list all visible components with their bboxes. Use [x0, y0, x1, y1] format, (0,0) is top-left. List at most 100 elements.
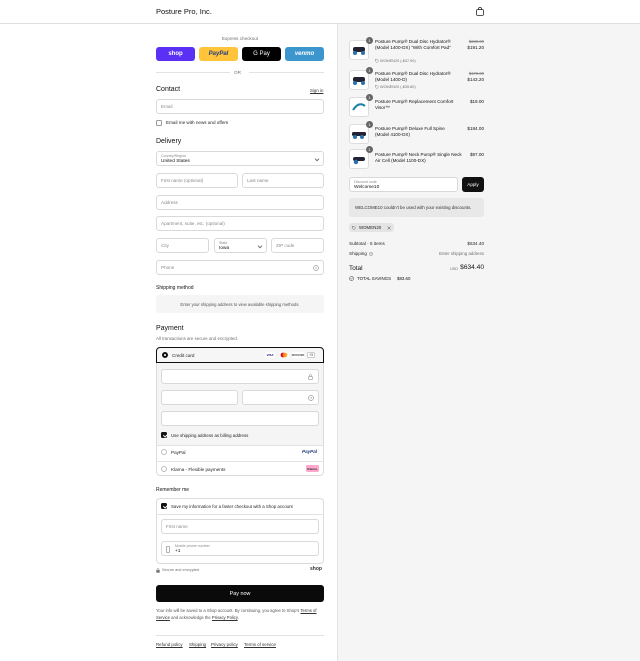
address-field[interactable]: Address [156, 195, 324, 210]
tag-icon [375, 59, 379, 63]
footer-terms-of-service[interactable]: Terms of service [244, 642, 276, 647]
footer-shipping[interactable]: Shipping [189, 642, 206, 647]
help-circle-icon[interactable]: ? [369, 252, 373, 256]
product-image [349, 97, 369, 117]
product-price: $143.20 [467, 77, 484, 82]
delivery-heading: Delivery [156, 138, 182, 145]
credit-card-label: Credit card [172, 353, 195, 358]
product-discount: WOMEN20 (-$47.90) [380, 59, 416, 63]
help-circle-icon[interactable]: ? [308, 395, 314, 401]
google-pay-button[interactable]: G Pay [242, 47, 281, 61]
chevron-down-icon [257, 243, 263, 249]
phone-field[interactable]: Phone ? [156, 260, 324, 275]
legal-text: Your info will be saved to a Shop accoun… [156, 607, 324, 621]
apartment-field[interactable]: Apartment, suite, etc. (optional) [156, 216, 324, 231]
save-info-checkbox[interactable] [161, 503, 167, 509]
discount-code-value: Welcome10 [354, 185, 380, 190]
paypal-logo: PayPal [302, 449, 318, 454]
card-number-field[interactable] [161, 369, 319, 384]
klarna-label: Klarna - Flexible payments [171, 467, 226, 472]
last-name-field[interactable]: Last name [242, 173, 324, 188]
security-code-field[interactable]: ? [242, 390, 319, 405]
quantity-badge: 1 [366, 37, 373, 44]
apply-button[interactable]: Apply [462, 177, 484, 192]
paypal-express-button[interactable]: PayPal [199, 47, 238, 61]
country-label: Country/Region [161, 154, 186, 158]
privacy-policy-link[interactable]: Privacy Policy [212, 615, 238, 620]
email-placeholder: Email [161, 104, 173, 109]
name-on-card-field[interactable] [161, 411, 319, 426]
legal-text-2: and acknowledge the [171, 615, 211, 620]
klarna-radio[interactable] [161, 466, 167, 472]
klarna-logo: Klarna. [306, 465, 319, 472]
store-name[interactable]: Posture Pro, Inc. [156, 7, 212, 16]
product-image [349, 70, 369, 90]
secure-label: Secure and encrypted [162, 568, 200, 572]
email-field[interactable]: Email [156, 99, 324, 114]
chevron-down-icon [314, 156, 320, 162]
phone-placeholder: Phone [161, 265, 175, 270]
credit-card-option[interactable]: Credit card VISA DISCOVER +3 [156, 347, 324, 363]
product-name: Posture Pump® Dual Disc Hydrator® (Model… [375, 39, 451, 50]
shop-logo: shop [310, 566, 322, 572]
shopping-bag-icon[interactable] [476, 7, 484, 16]
discount-tag-label: WOMEN20 [359, 225, 382, 230]
total-value: $634.40 [460, 264, 484, 271]
last-name-placeholder: Last name [247, 178, 269, 183]
close-icon[interactable] [387, 225, 391, 230]
product-image [349, 149, 369, 169]
pay-now-button[interactable]: Pay now [156, 585, 324, 602]
discount-error-message: WELCOME10 couldn't be used with your exi… [349, 198, 484, 217]
more-cards-badge: +3 [307, 352, 315, 358]
legal-text-1: Your info will be saved to a Shop accoun… [156, 608, 300, 613]
paypal-label: PayPal [171, 450, 186, 455]
first-name-placeholder: First name (optional) [161, 178, 204, 183]
site-header: Posture Pro, Inc. [0, 0, 640, 24]
original-price: $239.00 [468, 39, 484, 44]
shop-pay-button[interactable]: shop [156, 47, 195, 61]
divider [249, 72, 324, 73]
mobile-phone-icon [166, 546, 170, 553]
zip-field[interactable]: ZIP code [271, 238, 324, 253]
paypal-radio[interactable] [161, 449, 167, 455]
footer-refund-policy[interactable]: Refund policy [156, 642, 183, 647]
credit-card-radio[interactable] [162, 352, 168, 358]
quantity-badge: 1 [366, 67, 373, 74]
country-value: United States [161, 159, 190, 164]
svg-text:?: ? [310, 396, 312, 400]
tag-icon [352, 225, 356, 230]
total-label: Total [349, 265, 363, 272]
venmo-button[interactable]: venmo [285, 47, 324, 61]
product-price: $191.20 [467, 45, 484, 50]
mobile-prefix: +1 [175, 549, 181, 554]
mobile-phone-field[interactable]: Mobile phone number +1 [161, 541, 319, 556]
footer-privacy-policy[interactable]: Privacy policy [211, 642, 238, 647]
news-checkbox[interactable] [156, 120, 162, 126]
expiration-field[interactable] [161, 390, 238, 405]
billing-checkbox[interactable] [161, 432, 167, 438]
quantity-badge: 1 [366, 146, 373, 153]
quantity-badge: 1 [366, 121, 373, 128]
svg-text:?: ? [315, 266, 317, 270]
discount-code-label: Discount code [354, 180, 377, 184]
shop-first-name-field[interactable]: First name [161, 519, 319, 534]
mastercard-logo [279, 352, 289, 358]
shipping-method-heading: Shipping method [156, 285, 194, 291]
city-field[interactable]: City [156, 238, 209, 253]
original-price: $179.00 [468, 71, 484, 76]
subtotal-label: Subtotal · 5 items [349, 241, 385, 246]
help-circle-icon[interactable]: ? [313, 265, 319, 271]
shop-first-name-placeholder: First name [166, 524, 188, 529]
billing-label: Use shipping address as billing address [171, 433, 249, 438]
state-select[interactable]: State Iowa [214, 238, 267, 253]
visa-logo: VISA [265, 352, 275, 358]
discount-code-field[interactable]: Discount code Welcome10 [349, 177, 458, 192]
savings-value: $83.60 [397, 276, 411, 281]
divider [157, 514, 323, 515]
country-select[interactable]: Country/Region United States [156, 151, 324, 166]
product-price: $184.00 [467, 126, 484, 131]
city-placeholder: City [161, 243, 169, 248]
savings-tag-icon [349, 276, 354, 281]
sign-in-link[interactable]: Sign in [310, 88, 323, 93]
first-name-field[interactable]: First name (optional) [156, 173, 238, 188]
